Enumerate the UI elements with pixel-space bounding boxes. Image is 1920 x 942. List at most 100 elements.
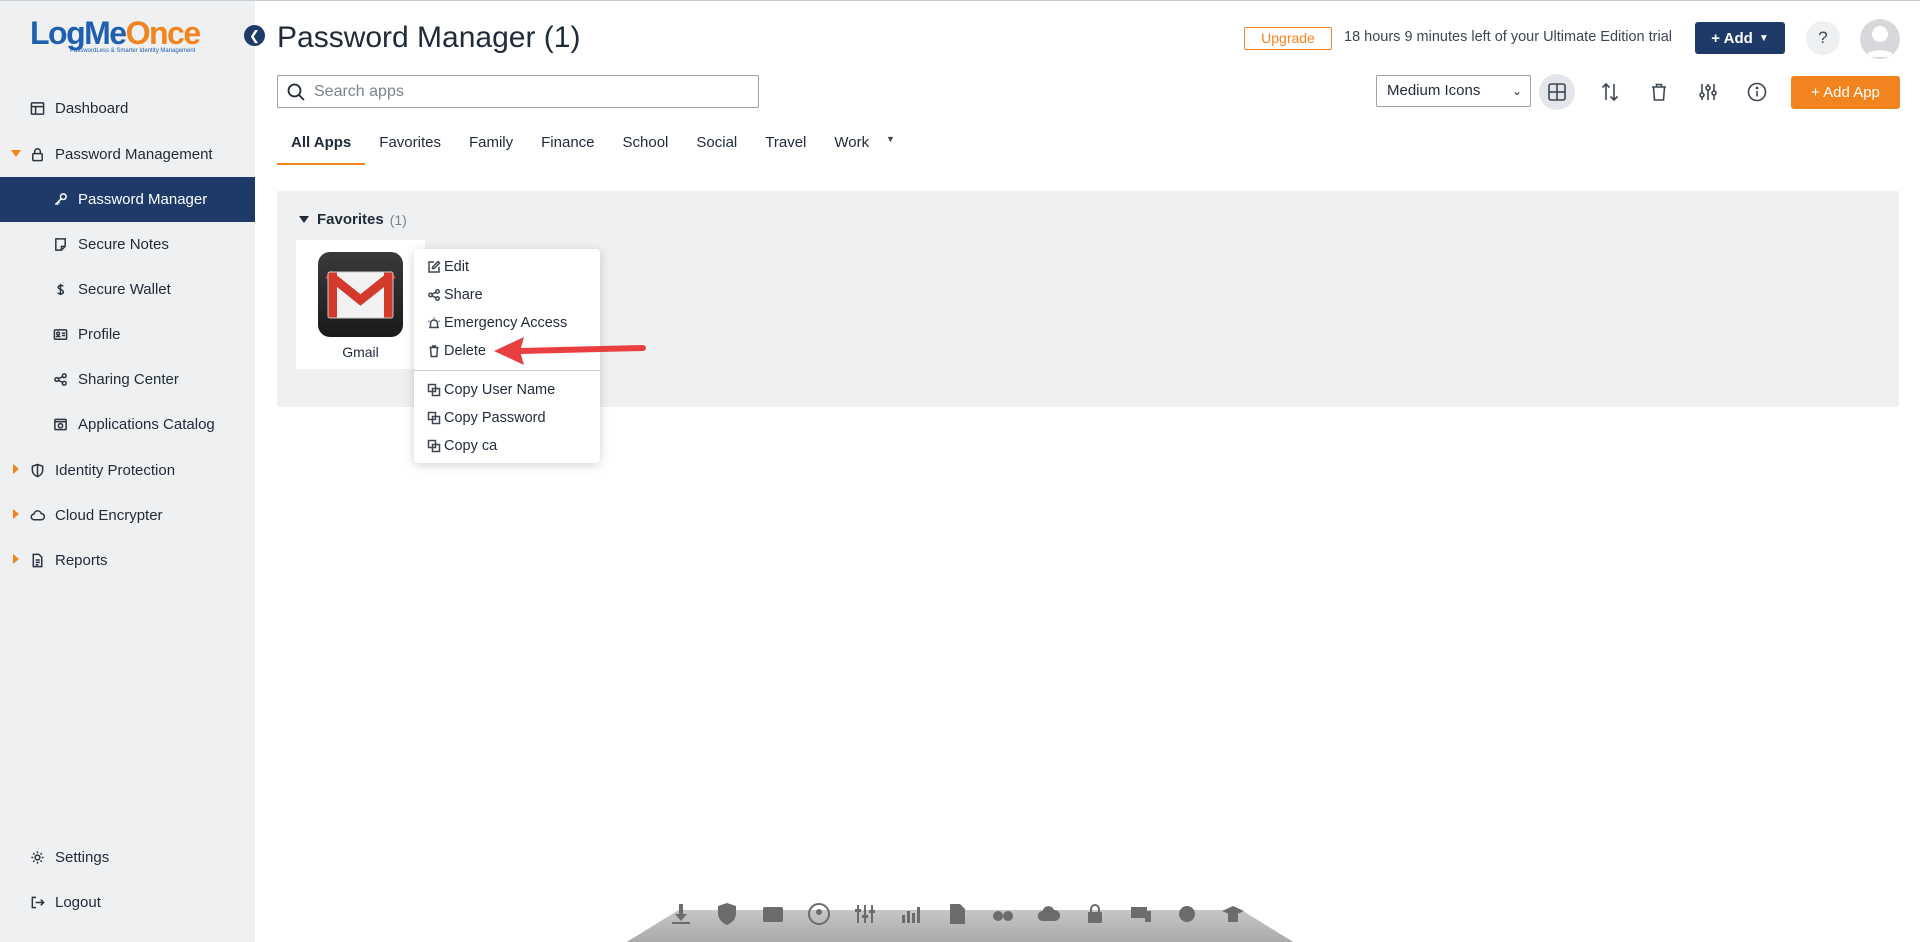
sidebar-item-applications-catalog[interactable]: Applications Catalog xyxy=(0,402,255,446)
chevron-left-icon: ❮ xyxy=(249,28,260,43)
dollar-icon xyxy=(52,281,68,297)
more-tabs-icon[interactable]: ▼ xyxy=(886,134,895,144)
sidebar-item-label: Profile xyxy=(78,325,121,343)
menu-item-label: Delete xyxy=(444,343,486,359)
menu-item-label: Share xyxy=(444,287,483,303)
dock-binoculars-icon[interactable] xyxy=(987,898,1019,930)
sidebar-item-profile[interactable]: Profile xyxy=(0,312,255,356)
favorites-group-header[interactable]: Favorites (1) xyxy=(299,211,407,228)
sidebar-item-label: Secure Notes xyxy=(78,235,169,253)
add-button-label: + Add xyxy=(1711,29,1753,47)
menu-item-label: Edit xyxy=(444,259,469,275)
grid-icon xyxy=(1548,83,1566,101)
dock-shield-icon[interactable] xyxy=(711,898,743,930)
sidebar-item-identity-protection[interactable]: Identity Protection xyxy=(0,448,255,492)
dock-download-icon[interactable] xyxy=(665,898,697,930)
view-size-select[interactable]: Medium Icons ⌄ xyxy=(1376,75,1531,107)
page-title: Password Manager (1) xyxy=(277,21,581,54)
tab-favorites[interactable]: Favorites xyxy=(365,131,455,165)
menu-item-copy-ca[interactable]: Copy ca xyxy=(414,432,600,460)
dock-wallet-icon[interactable] xyxy=(757,898,789,930)
sidebar-item-password-management[interactable]: Password Management xyxy=(0,132,255,176)
logo-text-logme: LogMe xyxy=(30,15,127,51)
sidebar-item-dashboard[interactable]: Dashboard xyxy=(0,86,255,130)
menu-item-copy-user-name[interactable]: Copy User Name xyxy=(414,376,600,404)
search-input[interactable] xyxy=(314,82,734,101)
info-button[interactable] xyxy=(1739,74,1775,110)
upgrade-button[interactable]: Upgrade xyxy=(1244,27,1332,50)
note-icon xyxy=(52,236,68,252)
logo[interactable]: LogMeOnce PasswordLess & Smarter Identit… xyxy=(30,17,220,57)
avatar[interactable] xyxy=(1860,19,1900,59)
dock-graduation-icon[interactable] xyxy=(1217,898,1249,930)
edit-icon xyxy=(428,260,441,273)
app-tile-gmail[interactable]: Gmail xyxy=(296,240,425,369)
app-name: Gmail xyxy=(342,344,379,360)
help-button[interactable]: ? xyxy=(1806,21,1840,55)
tab-finance[interactable]: Finance xyxy=(527,131,608,165)
sidebar-item-secure-wallet[interactable]: Secure Wallet xyxy=(0,267,255,311)
menu-item-copy-password[interactable]: Copy Password xyxy=(414,404,600,432)
sidebar-item-cloud-encrypter[interactable]: Cloud Encrypter xyxy=(0,493,255,537)
dock-document-icon[interactable] xyxy=(941,898,973,930)
chevron-down-icon: ▼ xyxy=(1758,32,1769,44)
dock-chart-icon[interactable] xyxy=(895,898,927,930)
dock-lock-icon[interactable] xyxy=(1079,898,1111,930)
dock-sliders-icon[interactable] xyxy=(849,898,881,930)
collapse-sidebar-button[interactable]: ❮ xyxy=(244,25,265,46)
bottom-dock xyxy=(625,886,1295,942)
menu-item-label: Emergency Access xyxy=(444,315,568,331)
menu-item-edit[interactable]: Edit xyxy=(414,253,600,281)
annotation-arrow-icon xyxy=(494,337,646,365)
tab-travel[interactable]: Travel xyxy=(751,131,820,165)
sliders-icon xyxy=(1699,84,1717,100)
sidebar-item-label: Secure Wallet xyxy=(78,280,171,298)
menu-item-label: Copy ca xyxy=(444,438,498,454)
sidebar-item-secure-notes[interactable]: Secure Notes xyxy=(0,222,255,266)
sidebar-item-label: Reports xyxy=(55,551,108,569)
filter-settings-button[interactable] xyxy=(1690,74,1726,110)
expand-caret-icon xyxy=(13,464,19,474)
share-icon xyxy=(52,371,68,387)
favorites-group-title: Favorites xyxy=(317,211,384,228)
dock-devices-icon[interactable] xyxy=(1125,898,1157,930)
alarm-icon xyxy=(428,317,440,329)
dock-cloud-icon[interactable] xyxy=(1033,898,1065,930)
dock-gear-icon[interactable] xyxy=(1171,898,1203,930)
sidebar: LogMeOnce PasswordLess & Smarter Identit… xyxy=(0,1,255,942)
key-icon xyxy=(52,192,68,208)
dock-identity-icon[interactable] xyxy=(803,898,835,930)
grid-view-button[interactable] xyxy=(1539,74,1575,110)
gear-icon xyxy=(29,849,45,865)
trash-icon xyxy=(429,345,439,358)
add-app-button[interactable]: + Add App xyxy=(1791,76,1900,109)
app-root: LogMeOnce PasswordLess & Smarter Identit… xyxy=(0,0,1920,942)
sidebar-item-password-manager[interactable]: Password Manager xyxy=(0,177,255,222)
sidebar-item-logout[interactable]: Logout xyxy=(0,880,255,924)
logo-text-once: Once xyxy=(125,15,202,51)
tab-work[interactable]: Work xyxy=(820,131,883,165)
menu-item-share[interactable]: Share xyxy=(414,281,600,309)
shield-icon xyxy=(29,462,45,478)
sidebar-item-settings[interactable]: Settings xyxy=(0,835,255,879)
sidebar-item-label: Identity Protection xyxy=(55,461,176,479)
sidebar-item-label: Dashboard xyxy=(55,99,129,117)
tab-all-apps[interactable]: All Apps xyxy=(277,131,366,165)
tab-family[interactable]: Family xyxy=(455,131,527,165)
chevron-down-icon: ⌄ xyxy=(1511,84,1522,98)
sidebar-item-label: Cloud Encrypter xyxy=(55,506,163,524)
cloud-icon xyxy=(29,507,45,523)
menu-divider xyxy=(414,370,600,371)
tab-school[interactable]: School xyxy=(609,131,683,165)
tab-social[interactable]: Social xyxy=(682,131,751,165)
view-size-select-value: Medium Icons xyxy=(1387,82,1481,99)
add-button[interactable]: + Add ▼ xyxy=(1695,22,1785,54)
dashboard-icon xyxy=(29,100,45,116)
favorites-group-count: (1) xyxy=(389,211,407,228)
sidebar-item-reports[interactable]: Reports xyxy=(0,538,255,582)
sort-button[interactable] xyxy=(1592,74,1628,110)
menu-item-label: Copy Password xyxy=(444,410,546,426)
copy-icon xyxy=(427,411,441,425)
delete-toolbar-button[interactable] xyxy=(1641,74,1677,110)
sidebar-item-sharing-center[interactable]: Sharing Center xyxy=(0,357,255,401)
